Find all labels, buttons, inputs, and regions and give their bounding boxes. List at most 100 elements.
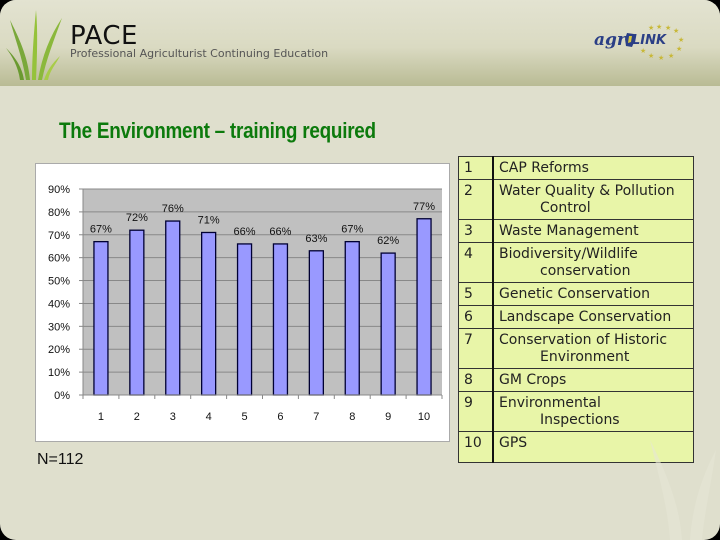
- x-tick-label: 6: [277, 411, 283, 423]
- legend-label-line2: Environment: [540, 349, 630, 365]
- x-tick-label: 3: [170, 411, 176, 423]
- legend-label-line1: Biodiversity/Wildlife: [499, 246, 638, 262]
- y-tick-label: 90%: [48, 184, 70, 196]
- bar: [93, 240, 109, 396]
- bar: [416, 218, 432, 396]
- x-tick-label: 1: [98, 411, 104, 423]
- x-tick-label: 8: [349, 411, 355, 423]
- data-label: 67%: [341, 224, 363, 236]
- bar: [236, 243, 253, 396]
- legend-row-label: GM Crops: [492, 368, 694, 392]
- header-banner: PACE Professional Agriculturist Continui…: [0, 0, 720, 86]
- data-label: 72%: [126, 212, 148, 224]
- bar: [200, 231, 217, 396]
- y-tick-label: 10%: [48, 367, 70, 379]
- data-label: 66%: [234, 226, 256, 238]
- legend-label-line1: Waste Management: [499, 223, 639, 239]
- x-tick-label: 7: [313, 411, 319, 423]
- y-tick-label: 60%: [48, 253, 70, 265]
- svg-text:★: ★: [676, 45, 682, 53]
- logo-subtitle: Professional Agriculturist Continuing Ed…: [70, 47, 329, 60]
- legend-label-line1: CAP Reforms: [499, 160, 589, 176]
- slide: PACE Professional Agriculturist Continui…: [0, 0, 720, 540]
- x-tick-label: 2: [134, 411, 140, 423]
- data-label: 63%: [305, 233, 327, 245]
- svg-text:★: ★: [668, 52, 674, 60]
- svg-text:★: ★: [648, 24, 654, 32]
- legend-label-line1: Conservation of Historic: [499, 332, 668, 348]
- legend-row-number: 9: [458, 391, 494, 432]
- x-tick-label: 4: [206, 411, 212, 423]
- legend-label-line2: Control: [540, 200, 591, 216]
- chart-container: 0% 10% 20% 30% 40% 50% 60% 70% 80% 90% 1 2 3 4 5 6 7 8 9 1…: [35, 163, 450, 442]
- y-tick-label: 20%: [48, 344, 70, 356]
- legend-row: 6 Landscape Conservation: [458, 305, 694, 329]
- legend-label-line2: conservation: [540, 263, 631, 279]
- legend-row-label: CAP Reforms: [492, 156, 694, 180]
- bar: [272, 243, 289, 396]
- y-tick-label: 30%: [48, 321, 70, 333]
- legend-row-label: Waste Management: [492, 219, 694, 243]
- legend-row-label: Water Quality & Pollution Control: [492, 179, 694, 220]
- svg-text:★: ★: [673, 27, 679, 35]
- legend-row-number: 1: [458, 156, 494, 180]
- bar-chart: 0% 10% 20% 30% 40% 50% 60% 70% 80% 90% 1 2 3 4 5 6 7 8 9 1…: [48, 184, 443, 423]
- svg-text:★: ★: [640, 47, 646, 55]
- svg-text:★: ★: [658, 54, 664, 62]
- y-tick-label: 70%: [48, 230, 70, 242]
- legend-row: 2 Water Quality & Pollution Control: [458, 179, 694, 220]
- agrilink-logo-icon: agr LINK ★ ★ ★ ★ ★ ★ ★ ★ ★ ★: [588, 24, 708, 64]
- eu-stars-icon: ★ ★ ★ ★★★ ★★★ ★: [640, 24, 684, 62]
- svg-text:★: ★: [665, 24, 671, 32]
- svg-text:★: ★: [678, 36, 684, 44]
- legend-row-label: Conservation of Historic Environment: [492, 328, 694, 369]
- legend-row-number: 4: [458, 242, 494, 283]
- y-tick-label: 80%: [48, 207, 70, 219]
- legend-row-label: Biodiversity/Wildlife conservation: [492, 242, 694, 283]
- legend-row: 7 Conservation of Historic Environment: [458, 328, 694, 369]
- legend-label-line1: Environmental: [499, 395, 601, 411]
- legend-row-label: Genetic Conservation: [492, 282, 694, 306]
- bar: [380, 252, 396, 396]
- legend-row-number: 10: [458, 431, 494, 463]
- page-title: The Environment – training required: [59, 118, 376, 143]
- x-tick-label: 9: [385, 411, 391, 423]
- legend-label-line1: Water Quality & Pollution: [499, 183, 675, 199]
- data-label: 77%: [413, 201, 435, 213]
- legend-row-number: 6: [458, 305, 494, 329]
- data-label: 67%: [90, 224, 112, 236]
- y-tick-label: 40%: [48, 298, 70, 310]
- legend-row-label: Landscape Conservation: [492, 305, 694, 329]
- legend-row-number: 3: [458, 219, 494, 243]
- svg-text:★: ★: [656, 24, 662, 31]
- legend-row: 5 Genetic Conservation: [458, 282, 694, 306]
- legend-row: 8 GM Crops: [458, 368, 694, 392]
- x-tick-label: 10: [418, 411, 430, 423]
- y-tick-label: 50%: [48, 276, 70, 288]
- legend-row-number: 7: [458, 328, 494, 369]
- svg-text:★: ★: [648, 52, 654, 60]
- legend-row: 1 CAP Reforms: [458, 156, 694, 180]
- bar: [344, 240, 360, 396]
- data-label: 66%: [269, 226, 291, 238]
- bar: [308, 250, 325, 396]
- decorative-grass-watermark: [650, 440, 716, 540]
- data-label: 71%: [198, 214, 220, 226]
- legend-row: 3 Waste Management: [458, 219, 694, 243]
- legend-row-number: 8: [458, 368, 494, 392]
- legend-row: 4 Biodiversity/Wildlife conservation: [458, 242, 694, 283]
- legend-label-line1: Landscape Conservation: [499, 309, 672, 325]
- legend-label-line1: Genetic Conservation: [499, 286, 651, 302]
- data-label: 62%: [377, 235, 399, 247]
- legend-row-number: 5: [458, 282, 494, 306]
- bar: [165, 220, 181, 396]
- category-legend-table: 1 CAP Reforms 2 Water Quality & Pollution Co…: [458, 156, 694, 463]
- grass-logo-icon: [6, 10, 62, 80]
- legend-label-line1: GM Crops: [499, 372, 567, 388]
- sample-size-label: N=112: [37, 451, 84, 468]
- y-tick-label: 0%: [54, 390, 70, 402]
- data-label: 76%: [162, 203, 184, 215]
- legend-row-number: 2: [458, 179, 494, 220]
- bar: [129, 229, 145, 396]
- x-tick-label: 5: [241, 411, 247, 423]
